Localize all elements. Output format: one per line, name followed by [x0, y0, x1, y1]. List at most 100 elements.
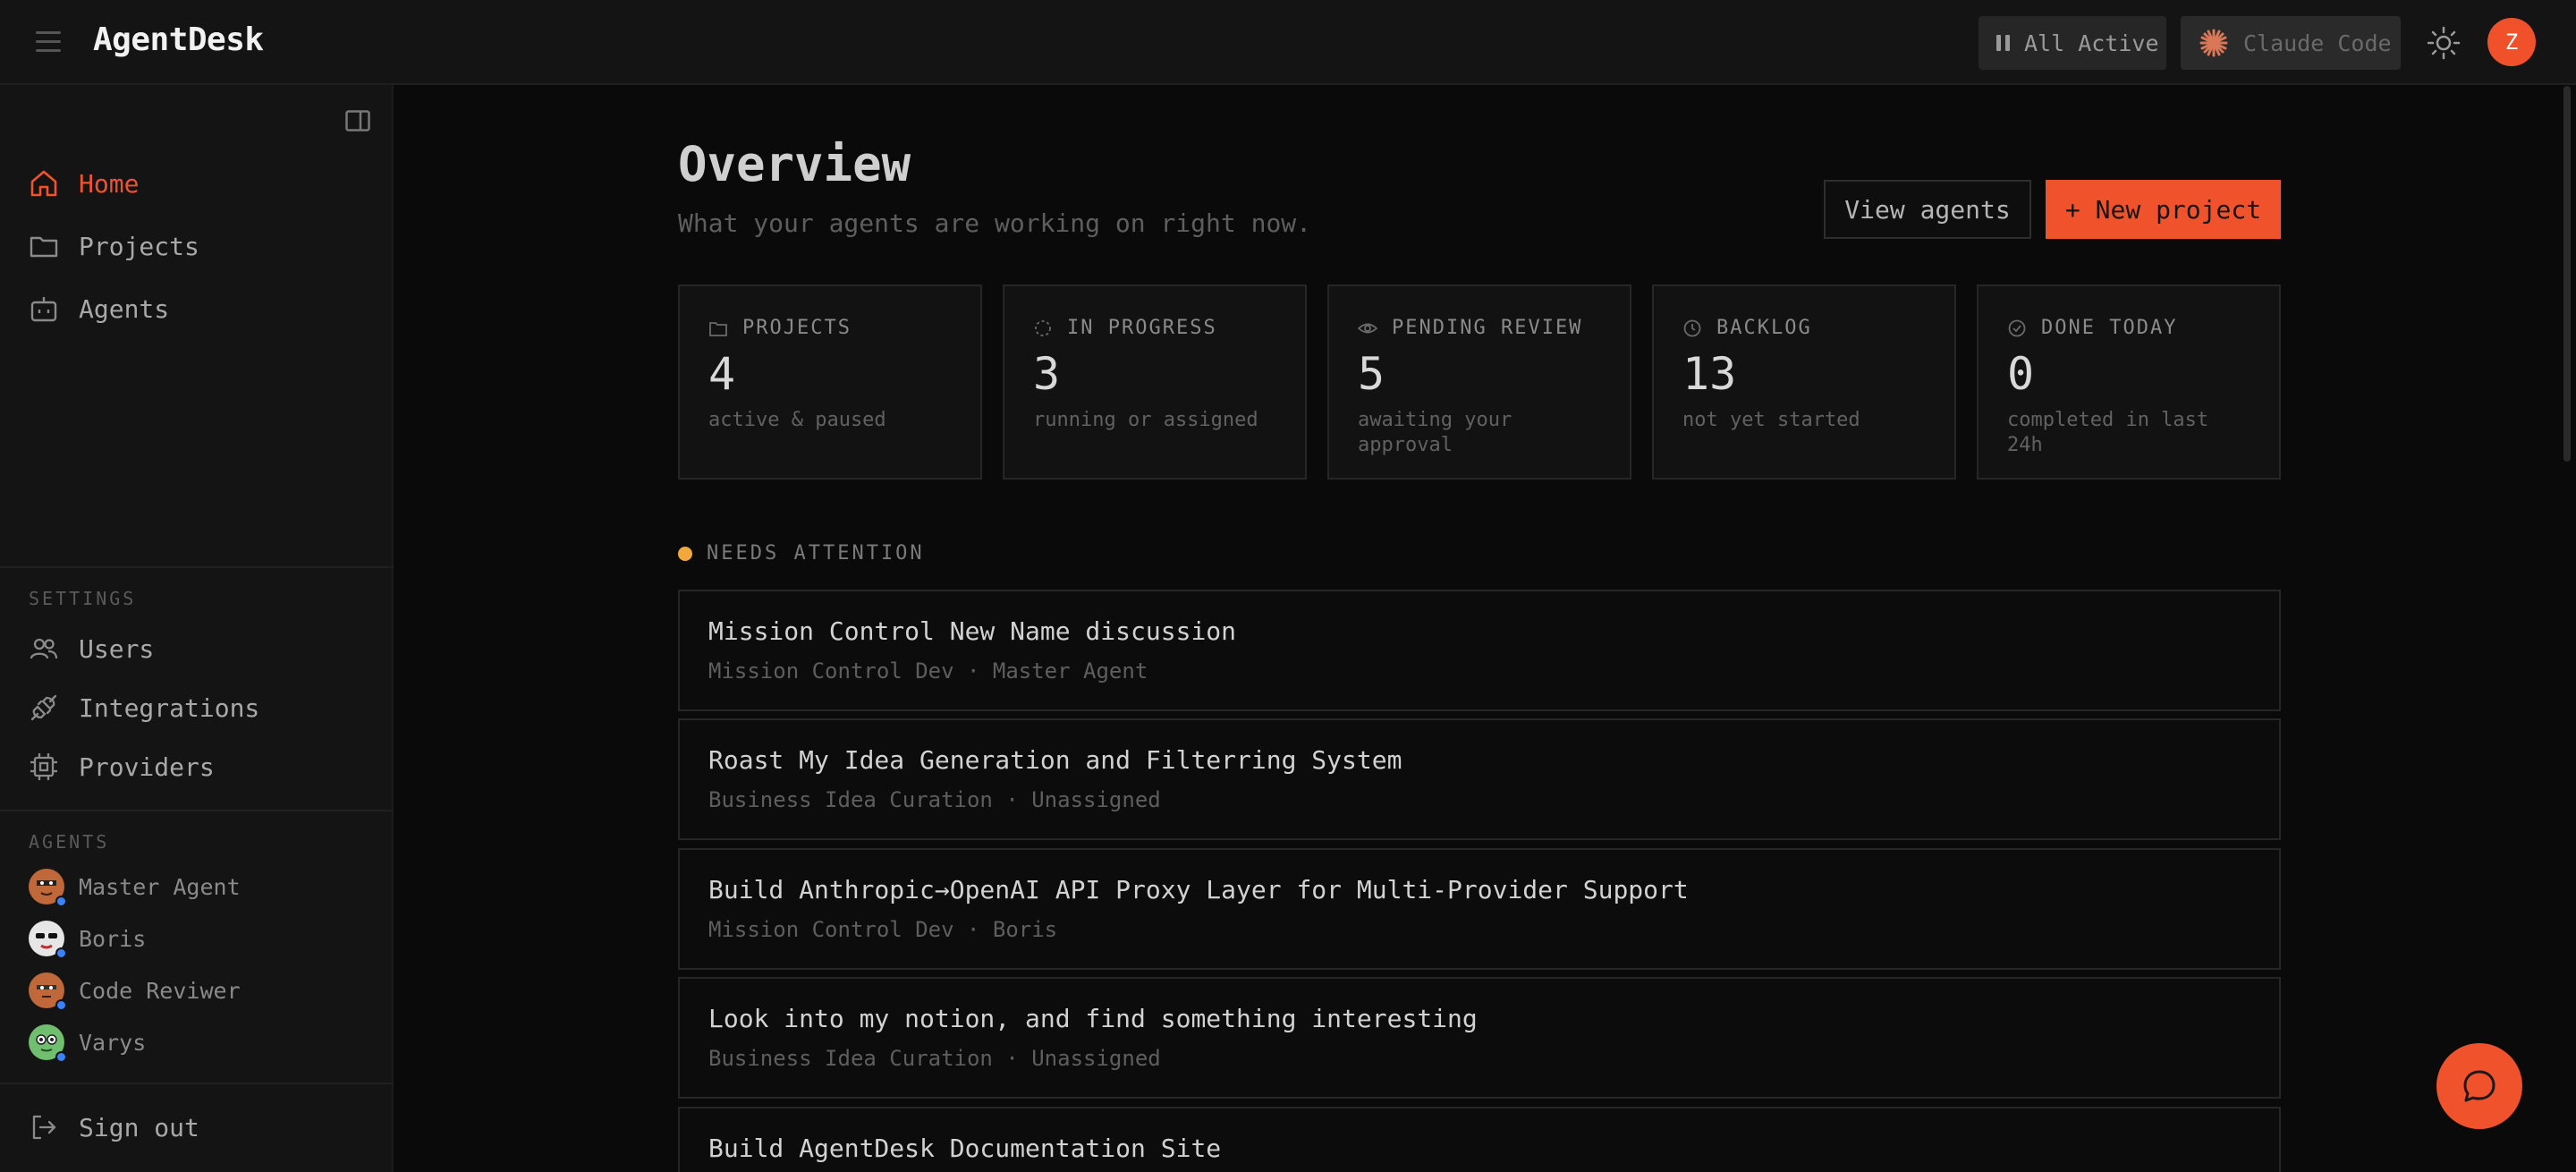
online-indicator — [55, 999, 67, 1011]
stat-card-projects[interactable]: PROJECTS 4 active & paused — [678, 285, 982, 480]
agent-name: Varys — [79, 1029, 147, 1056]
task-item[interactable]: Build Anthropic→OpenAI API Proxy Layer f… — [678, 848, 2281, 970]
task-title: Roast My Idea Generation and Filterring … — [708, 745, 1402, 775]
agent-name: Code Reviwer — [79, 977, 241, 1004]
spinner-icon — [1035, 319, 1051, 336]
sidebar-agent-varys[interactable]: Varys — [29, 1022, 146, 1063]
logout-icon — [32, 1115, 56, 1140]
avatar — [29, 869, 67, 907]
stat-label: IN PROGRESS — [1067, 317, 1217, 339]
nav-agents-label: Agents — [79, 293, 170, 324]
task-meta: Business Idea Curation · Unassigned — [708, 787, 1161, 812]
stat-sub: not yet started — [1682, 409, 1860, 431]
stat-card-pending-review[interactable]: PENDING REVIEW 5 awaiting your approval — [1327, 285, 1631, 480]
nav-users-label: Users — [79, 633, 155, 664]
attention-dot — [678, 546, 692, 561]
stat-value: 13 — [1682, 348, 1737, 400]
task-meta: Business Idea Curation · Unassigned — [708, 1046, 1161, 1071]
needs-attention-header: NEEDS ATTENTION — [678, 542, 925, 565]
stat-sub: running or assigned — [1033, 409, 1258, 431]
menu-icon[interactable] — [36, 31, 61, 53]
clock-icon — [1683, 319, 1701, 336]
stat-value: 5 — [1358, 348, 1385, 400]
provider-selector[interactable]: Claude Code — [2181, 16, 2401, 70]
nav-projects[interactable]: Projects — [29, 221, 199, 271]
divider — [0, 1083, 394, 1084]
provider-label: Claude Code — [2243, 30, 2392, 56]
chip-icon — [30, 753, 57, 780]
home-icon — [30, 170, 57, 197]
task-item[interactable]: Build AgentDesk Documentation Site — [678, 1107, 2281, 1172]
stat-sub: completed in last 24h — [2007, 409, 2209, 456]
nav-home-label: Home — [79, 168, 140, 199]
stat-value: 4 — [708, 348, 736, 400]
task-meta: Mission Control Dev · Master Agent — [708, 658, 1148, 684]
agent-name: Master Agent — [79, 873, 241, 900]
sun-icon[interactable] — [2427, 26, 2461, 60]
stat-label: PENDING REVIEW — [1392, 317, 1583, 339]
nav-integrations-label: Integrations — [79, 692, 260, 723]
all-active-label: All Active — [2024, 30, 2159, 56]
sidebar: Home Projects Agents SETTINGS Users Inte… — [0, 85, 394, 1172]
task-title: Build Anthropic→OpenAI API Proxy Layer f… — [708, 875, 1689, 904]
new-project-button[interactable]: + New project — [2046, 180, 2281, 239]
chat-button[interactable] — [2436, 1043, 2522, 1129]
online-indicator — [55, 896, 67, 907]
divider — [0, 566, 394, 568]
page-title: Overview — [678, 136, 911, 192]
plug-icon — [30, 694, 57, 721]
settings-section-label: SETTINGS — [29, 588, 137, 609]
task-item[interactable]: Mission Control New Name discussion Miss… — [678, 590, 2281, 711]
stat-label: PROJECTS — [742, 317, 852, 339]
avatar — [29, 921, 67, 959]
nav-integrations[interactable]: Integrations — [29, 683, 259, 733]
sidebar-agent-master[interactable]: Master Agent — [29, 866, 241, 907]
app-title: AgentDesk — [93, 21, 264, 58]
user-avatar[interactable]: Z — [2487, 18, 2536, 66]
pause-icon — [1996, 35, 2010, 51]
stat-sub: awaiting your approval — [1358, 409, 1513, 456]
check-circle-icon — [2008, 319, 2026, 336]
online-indicator — [55, 1051, 67, 1063]
task-item[interactable]: Roast My Idea Generation and Filterring … — [678, 718, 2281, 840]
online-indicator — [55, 947, 67, 959]
eye-icon — [1358, 323, 1377, 333]
task-title: Build AgentDesk Documentation Site — [708, 1134, 1222, 1163]
page-subtitle: What your agents are working on right no… — [678, 208, 1312, 238]
top-bar: AgentDesk All Active Claude Code Z — [0, 0, 2576, 85]
agent-name: Boris — [79, 925, 147, 952]
stat-card-done-today[interactable]: DONE TODAY 0 completed in last 24h — [1977, 285, 2281, 480]
nav-users[interactable]: Users — [29, 624, 154, 674]
sidebar-agent-code-reviwer[interactable]: Code Reviwer — [29, 970, 241, 1011]
all-active-toggle[interactable]: All Active — [1979, 16, 2166, 70]
stat-card-backlog[interactable]: BACKLOG 13 not yet started — [1652, 285, 1956, 480]
bot-icon — [30, 297, 57, 322]
claude-icon — [2199, 29, 2228, 57]
stat-sub: active & paused — [708, 409, 886, 431]
folder-icon — [709, 321, 727, 336]
stat-value: 3 — [1033, 348, 1061, 400]
stat-label: DONE TODAY — [2041, 317, 2178, 339]
nav-home[interactable]: Home — [29, 158, 139, 208]
task-item[interactable]: Look into my notion, and find something … — [678, 977, 2281, 1099]
sidebar-collapse-icon[interactable] — [345, 110, 370, 132]
users-icon — [30, 638, 58, 659]
avatar — [29, 972, 67, 1011]
scrollbar[interactable] — [2563, 86, 2571, 462]
nav-agents[interactable]: Agents — [29, 284, 169, 334]
divider — [0, 810, 394, 811]
needs-attention-label: NEEDS ATTENTION — [707, 542, 925, 565]
nav-providers[interactable]: Providers — [29, 742, 215, 792]
nav-projects-label: Projects — [79, 231, 199, 261]
sign-out-label: Sign out — [79, 1112, 199, 1142]
stat-card-in-progress[interactable]: IN PROGRESS 3 running or assigned — [1003, 285, 1307, 480]
sign-out-button[interactable]: Sign out — [29, 1102, 199, 1152]
folder-icon — [30, 236, 58, 258]
sidebar-agent-boris[interactable]: Boris — [29, 918, 146, 959]
task-title: Mission Control New Name discussion — [708, 616, 1237, 646]
avatar — [29, 1024, 67, 1063]
stat-label: BACKLOG — [1716, 317, 1812, 339]
agents-section-label: AGENTS — [29, 831, 110, 853]
task-meta: Mission Control Dev · Boris — [708, 917, 1058, 942]
view-agents-button[interactable]: View agents — [1824, 180, 2031, 239]
